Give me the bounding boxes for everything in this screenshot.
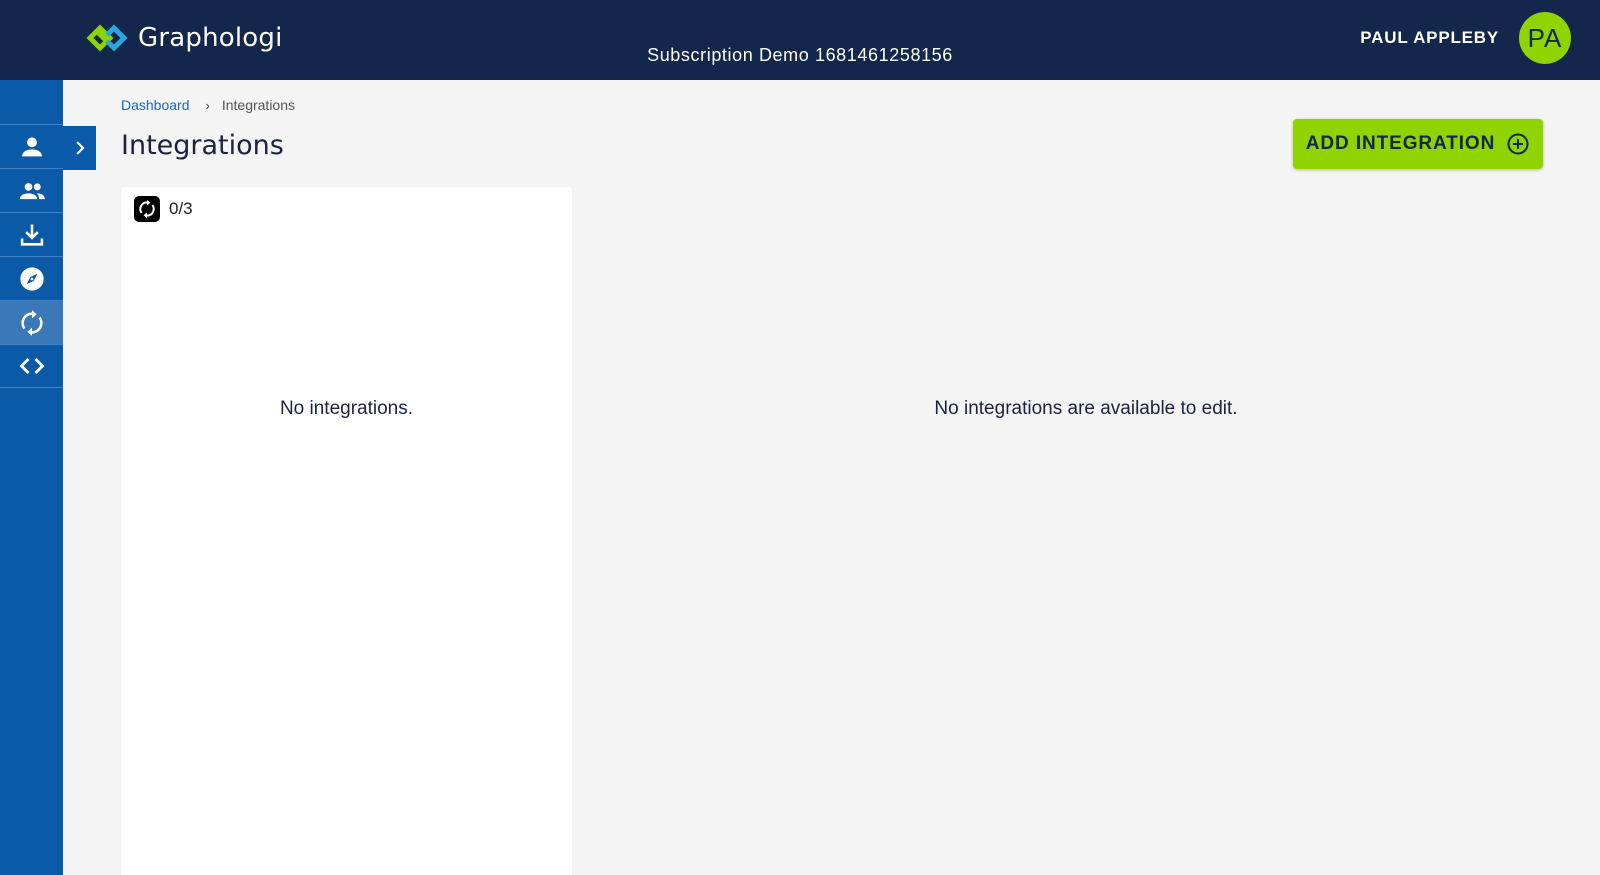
chevron-right-icon — [75, 141, 85, 155]
sync-icon — [134, 196, 160, 222]
sidebar-item-import[interactable] — [0, 212, 63, 256]
breadcrumb-link-dashboard[interactable]: Dashboard — [121, 97, 190, 113]
sidebar-item-integrations[interactable] — [0, 300, 63, 344]
breadcrumb: Dashboard › Integrations — [121, 97, 295, 113]
top-app-bar: Graphologi Subscription Demo 16814612581… — [0, 0, 1600, 80]
sidebar — [0, 80, 63, 875]
breadcrumb-current: Integrations — [221, 97, 296, 113]
sidebar-item-explore[interactable] — [0, 256, 63, 300]
code-icon — [19, 358, 44, 374]
add-integration-button[interactable]: ADD INTEGRATION — [1293, 119, 1543, 169]
download-icon — [20, 224, 43, 246]
empty-list-message: No integrations. — [279, 398, 414, 419]
integrations-list-panel: 0/3 No integrations. — [121, 187, 572, 875]
user-name[interactable]: PAUL APPLEBY — [1360, 28, 1499, 48]
integration-count-text: 0/3 — [169, 199, 193, 218]
subscription-title: Subscription Demo 1681461258156 — [647, 45, 953, 65]
empty-detail-message: No integrations are available to edit. — [934, 398, 1238, 419]
users-icon — [19, 182, 45, 199]
compass-icon — [19, 266, 44, 291]
chevron-right-icon: › — [205, 97, 210, 113]
sync-icon — [20, 309, 43, 336]
sidebar-item-developer[interactable] — [0, 344, 63, 388]
add-circle-icon — [1507, 133, 1529, 155]
page-title: Integrations — [121, 130, 284, 161]
sidebar-expand-button[interactable] — [63, 126, 96, 170]
sidebar-item-users[interactable] — [0, 168, 63, 212]
integration-count: 0/3 — [134, 196, 193, 222]
user-icon — [21, 136, 42, 156]
avatar[interactable]: PA — [1519, 12, 1571, 64]
add-integration-label: ADD INTEGRATION — [1305, 133, 1496, 154]
sidebar-item-profile[interactable] — [0, 124, 63, 168]
